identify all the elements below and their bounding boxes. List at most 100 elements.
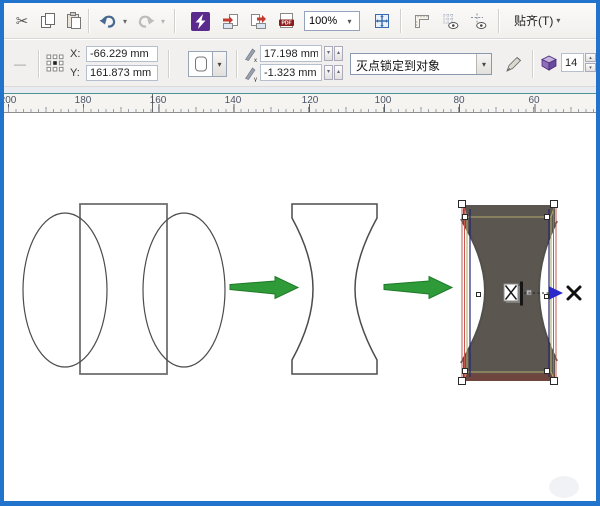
cut-button[interactable]: ✂ <box>10 9 34 33</box>
ruler-ticks <box>4 94 596 112</box>
minus-icon: — <box>14 57 26 71</box>
separator <box>400 9 401 33</box>
x-position-input[interactable] <box>86 46 158 62</box>
vp-x-spinner-up[interactable]: ▴ <box>334 46 343 61</box>
application-launcher-button[interactable] <box>188 9 212 33</box>
caret-down-icon[interactable]: ▾ <box>343 17 356 26</box>
x-position-label: X: <box>70 48 81 60</box>
horizontal-ruler: 200 180 160 140 120 100 80 60 <box>4 93 596 113</box>
vp-x-icon: x <box>244 47 258 68</box>
extrude-bottom-face <box>463 373 555 381</box>
copy-button[interactable] <box>36 9 60 33</box>
zoom-fit-button[interactable] <box>370 9 394 33</box>
vp-y-spinner-down[interactable]: ▾ <box>324 65 333 80</box>
vp-y-spinner-up[interactable]: ▴ <box>334 65 343 80</box>
launcher-icon <box>190 11 210 31</box>
caret-down-icon: ▾ <box>556 16 561 25</box>
drawing-canvas[interactable] <box>4 113 596 501</box>
caret-down-icon: ▾ <box>160 16 165 26</box>
snap-menu-button[interactable]: 贴齐(T) ▾ <box>514 12 560 29</box>
paste-button[interactable] <box>62 9 86 33</box>
vp-x-input[interactable] <box>260 45 322 62</box>
scissors-icon: ✂ <box>15 13 29 30</box>
y-position-input[interactable] <box>86 65 158 81</box>
vp-lock-select[interactable]: 灭点锁定到对象 ▾ <box>350 53 492 75</box>
selection-handle[interactable] <box>476 292 481 297</box>
selection-handle[interactable] <box>550 200 558 208</box>
extruded-shape[interactable] <box>458 200 582 386</box>
vp-y-input[interactable] <box>260 64 322 81</box>
spinner-down-icon: ▾ <box>589 65 592 71</box>
trimmed-lens-shape[interactable] <box>291 203 378 375</box>
standard-toolbar: ✂ ▾ ▾ PDF 100% ▾ 贴齐(T) ▾ <box>4 3 596 39</box>
depth-icon <box>540 54 558 77</box>
y-position-label: Y: <box>70 67 80 79</box>
canvas-artwork <box>22 200 582 498</box>
grid-eye-icon <box>443 14 459 29</box>
fit-page-icon <box>375 14 389 28</box>
pdf-icon: PDF <box>278 13 294 28</box>
zoom-combobox[interactable]: ▾ <box>304 11 360 31</box>
spinner-up-icon: ▴ <box>336 50 340 56</box>
ruler-label: 200 <box>4 95 17 106</box>
spinner-down-icon: ▾ <box>326 69 330 75</box>
show-rulers-button[interactable] <box>410 9 434 33</box>
vp-lock-value: 灭点锁定到对象 <box>356 59 441 73</box>
depth-spinner-up[interactable]: ▴ <box>585 53 596 62</box>
separator <box>236 50 237 78</box>
vp-y-icon: y <box>244 66 258 87</box>
depth-spinner-down[interactable]: ▾ <box>585 63 596 72</box>
copy-vp-button[interactable] <box>502 52 526 76</box>
publish-pdf-button[interactable]: PDF <box>274 9 298 33</box>
export-button[interactable] <box>246 9 270 33</box>
separator <box>532 50 533 78</box>
depth-slider-bar[interactable] <box>520 281 523 306</box>
anchor-grid-icon <box>46 54 64 72</box>
ruler-label: 80 <box>453 95 465 106</box>
guideline-eye-icon <box>471 13 487 29</box>
show-grid-button[interactable] <box>438 9 462 33</box>
ruler-label: 100 <box>374 95 392 106</box>
selection-handle[interactable] <box>458 200 466 208</box>
extrude-preset-button[interactable] <box>188 51 213 77</box>
ruler-label: 140 <box>224 95 242 106</box>
vp-x-spinner-down[interactable]: ▾ <box>324 46 333 61</box>
separator <box>38 50 39 78</box>
import-icon <box>223 14 238 29</box>
selection-handle[interactable] <box>544 368 550 374</box>
preset-shape-icon <box>194 56 207 72</box>
vanishing-point-marker[interactable] <box>566 285 582 301</box>
flow-arrow-1[interactable] <box>229 275 300 300</box>
flow-arrow-2[interactable] <box>383 275 454 300</box>
export-icon <box>251 14 266 29</box>
ruler-label: 180 <box>74 95 92 106</box>
caret-down-icon: ▾ <box>476 54 491 74</box>
undo-button[interactable] <box>96 9 120 33</box>
depth-input[interactable] <box>561 53 584 72</box>
undo-icon <box>99 15 116 28</box>
paste-icon <box>67 12 81 29</box>
import-button[interactable] <box>218 9 242 33</box>
selection-handle[interactable] <box>462 214 468 220</box>
spinner-up-icon: ▴ <box>336 69 340 75</box>
cube-icon <box>541 55 557 71</box>
extrude-preset-dropdown[interactable]: ▾ <box>213 51 227 77</box>
source-rectangle[interactable] <box>79 203 168 375</box>
ruler-label: 120 <box>301 95 319 106</box>
anchor-position-grid[interactable] <box>46 54 64 77</box>
selection-handle[interactable] <box>544 294 549 299</box>
caret-down-icon: ▾ <box>122 16 127 26</box>
redo-button[interactable] <box>134 9 158 33</box>
collapse-button[interactable]: — <box>14 57 26 71</box>
ghost-watermark <box>549 476 579 498</box>
svg-text:y: y <box>254 77 257 82</box>
selection-handle[interactable] <box>544 214 550 220</box>
selection-handle[interactable] <box>462 368 468 374</box>
zoom-level-input[interactable] <box>305 15 343 27</box>
spinner-down-icon: ▾ <box>326 50 330 56</box>
selection-handle[interactable] <box>458 377 466 385</box>
undo-dropdown-button[interactable]: ▾ <box>119 9 131 33</box>
show-guidelines-button[interactable] <box>466 9 490 33</box>
selection-handle[interactable] <box>550 377 558 385</box>
redo-dropdown-button[interactable]: ▾ <box>157 9 169 33</box>
